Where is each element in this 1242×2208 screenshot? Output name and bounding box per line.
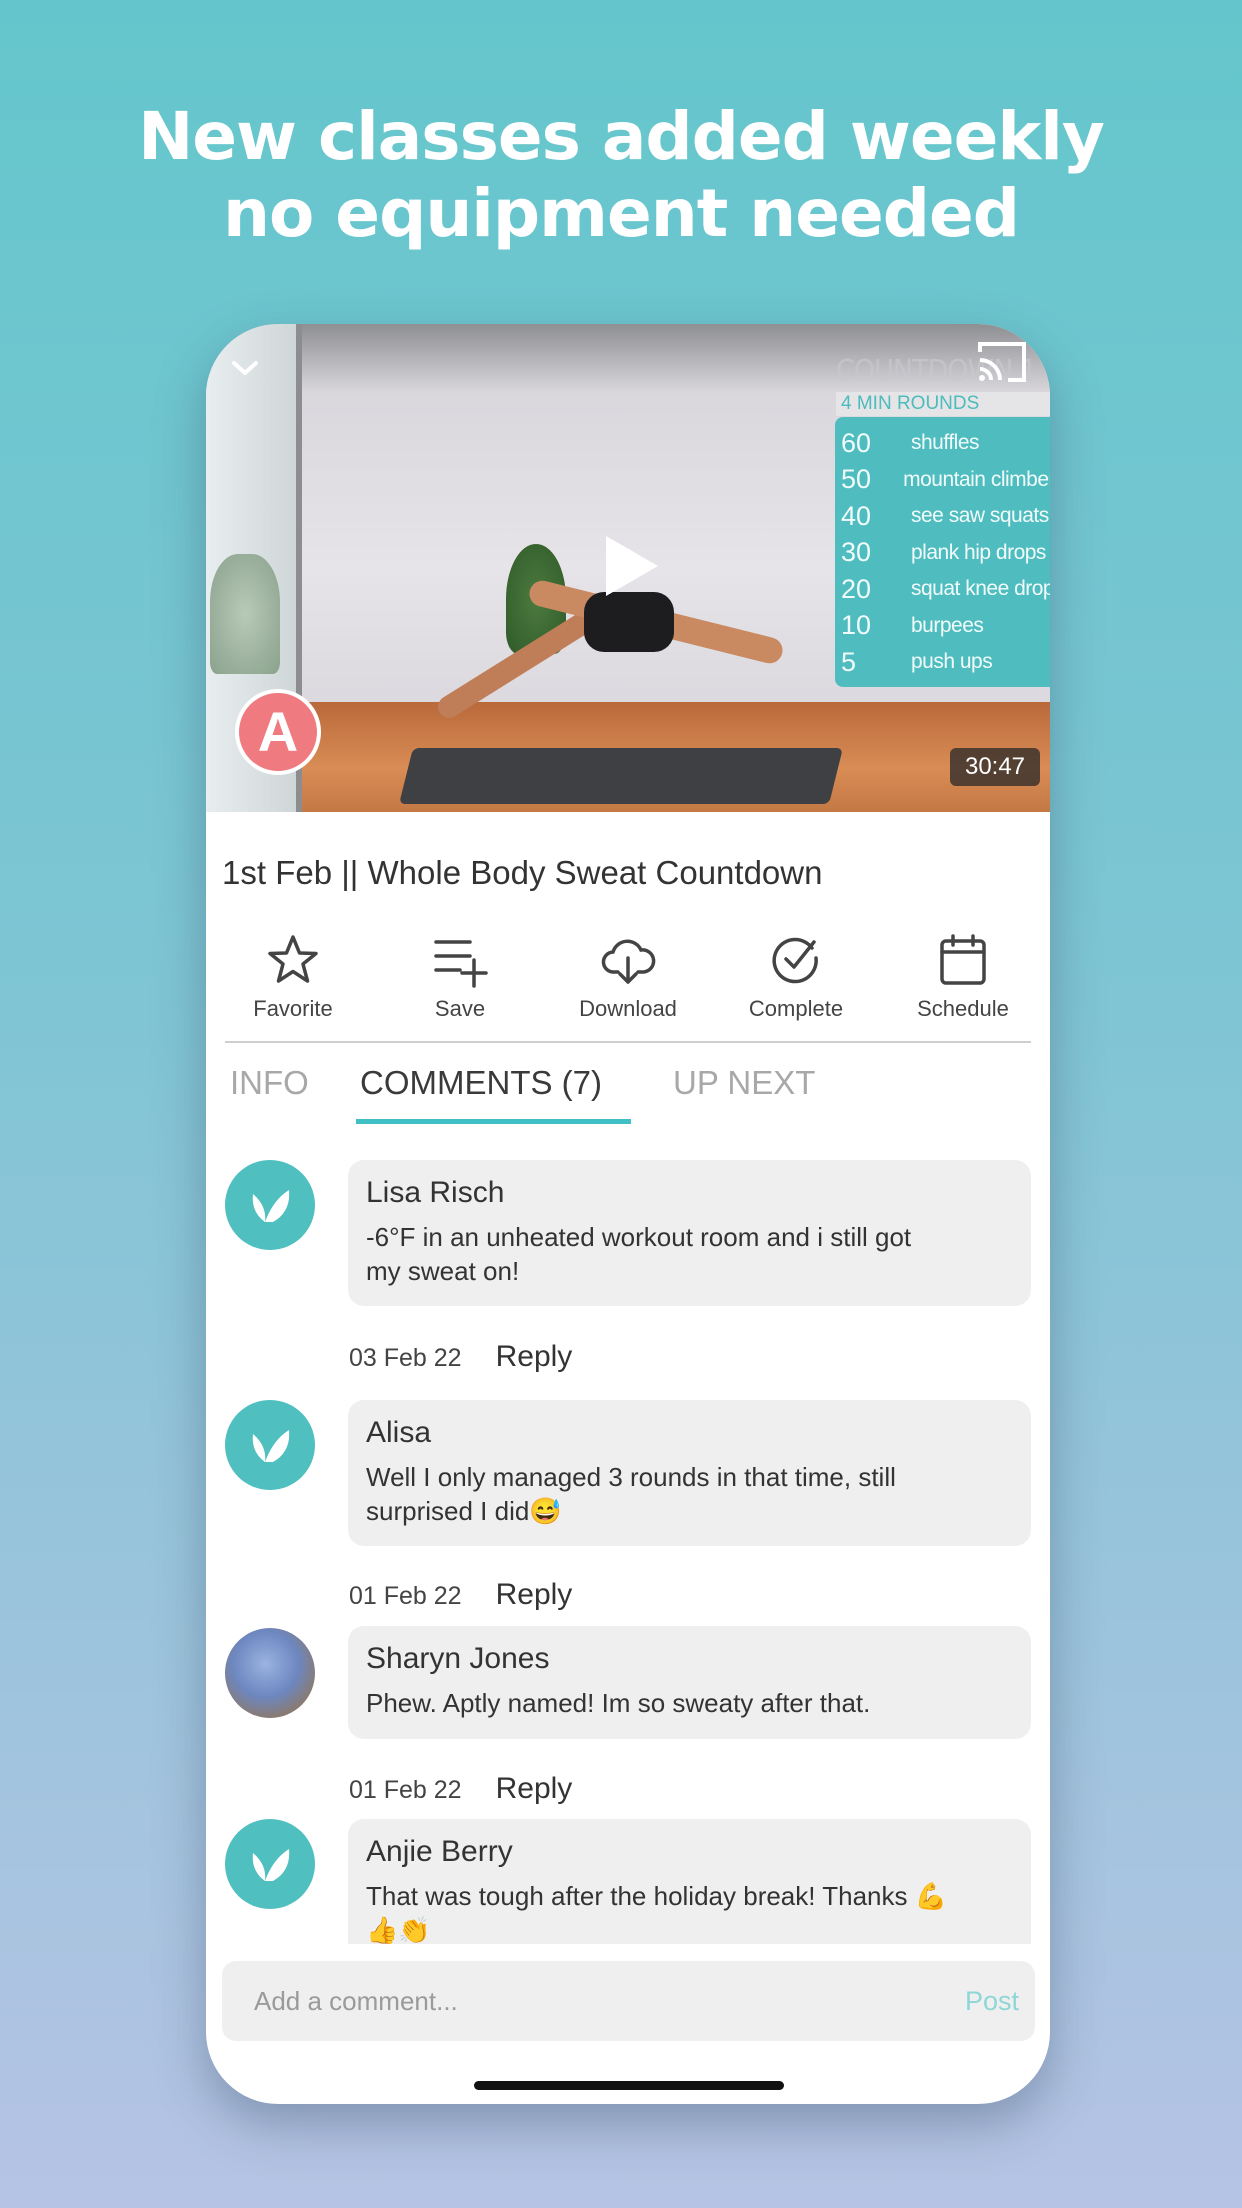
schedule-button[interactable]: Schedule <box>888 932 1038 1022</box>
headline-line-1: New classes added weekly <box>138 98 1105 175</box>
exercise-name: mountain climbers <box>903 467 1050 491</box>
exercise-row: 60 shuffles <box>841 425 1050 462</box>
exercise-name: burpees <box>911 613 984 637</box>
home-indicator[interactable] <box>474 2081 784 2090</box>
comment-author: Alisa <box>366 1416 432 1449</box>
exercise-row: 5 push ups <box>841 644 1050 681</box>
avatar[interactable] <box>225 1160 315 1250</box>
cast-icon[interactable] <box>976 338 1030 384</box>
exercise-row: 10 burpees <box>841 608 1050 645</box>
overlay-subheader: 4 MIN ROUNDS <box>836 392 1050 416</box>
favorite-button[interactable]: Favorite <box>218 932 368 1022</box>
chevron-down-icon[interactable] <box>230 356 260 380</box>
exercise-reps: 20 <box>841 573 872 604</box>
video-player[interactable]: COUNTDOWN 1 OF 4 4 MIN ROUNDS 60shuffles… <box>206 324 1050 812</box>
reply-button[interactable]: Reply <box>496 1578 573 1612</box>
avatar[interactable] <box>225 1400 315 1490</box>
comment-input[interactable] <box>254 1985 854 2017</box>
tab-info[interactable]: INFO <box>230 1064 309 1102</box>
avatar[interactable] <box>225 1628 315 1718</box>
download-button[interactable]: Download <box>553 932 703 1022</box>
exercise-name: see saw squats <box>911 504 1049 528</box>
comment-text: Phew. Aptly named! Im so sweaty after th… <box>366 1688 871 1718</box>
comment-author: Anjie Berry <box>366 1835 513 1868</box>
exercise-reps: 40 <box>841 500 872 531</box>
comment-composer: Post <box>222 1961 1035 2041</box>
star-icon <box>268 935 318 983</box>
exercise-reps: 30 <box>841 537 872 568</box>
schedule-label: Schedule <box>917 996 1009 1021</box>
comment-bubble: Sharyn Jones Phew. Aptly named! Im so sw… <box>348 1626 1031 1739</box>
exercise-row: 40 see saw squats <box>841 498 1050 535</box>
cloud-download-icon <box>601 939 656 984</box>
comment-date: 01 Feb 22 <box>349 1776 462 1804</box>
comment-text: That was tough after the holiday break! … <box>366 1881 948 1945</box>
exercise-row: 50 mountain climbers <box>841 462 1050 499</box>
exercise-name: push ups <box>911 650 993 674</box>
comment-bubble: Lisa Risch -6°F in an unheated workout r… <box>348 1160 1031 1306</box>
divider <box>225 1041 1031 1043</box>
phone-frame: COUNTDOWN 1 OF 4 4 MIN ROUNDS 60shuffles… <box>206 324 1050 2104</box>
play-icon[interactable] <box>604 534 660 598</box>
download-label: Download <box>579 996 677 1021</box>
exercise-name: shuffles <box>911 431 980 455</box>
exercise-name: plank hip drops <box>911 540 1046 564</box>
exercise-reps: 60 <box>841 427 872 458</box>
complete-label: Complete <box>748 996 844 1021</box>
comment-bubble: Anjie Berry That was tough after the hol… <box>348 1819 1031 1959</box>
exercise-reps: 50 <box>841 464 872 495</box>
reply-button[interactable]: Reply <box>496 1772 573 1806</box>
video-mat <box>399 748 843 804</box>
save-label: Save <box>434 996 486 1021</box>
leaf-logo-icon <box>252 1430 290 1462</box>
comment-date: 03 Feb 22 <box>349 1344 462 1372</box>
tab-up-next[interactable]: UP NEXT <box>673 1064 815 1102</box>
playlist-add-icon <box>434 940 488 988</box>
calendar-icon <box>940 934 986 985</box>
video-title: 1st Feb || Whole Body Sweat Countdown <box>222 854 823 891</box>
exercise-row: 20 squat knee drop <box>841 571 1050 608</box>
comment-author: Sharyn Jones <box>366 1642 550 1675</box>
comment-date: 01 Feb 22 <box>349 1582 462 1610</box>
post-button[interactable]: Post <box>965 1986 1019 2017</box>
comment-text: Well I only managed 3 rounds in that tim… <box>366 1462 896 1526</box>
avatar[interactable] <box>225 1819 315 1909</box>
headline-line-2: no equipment needed <box>223 175 1020 252</box>
leaf-logo-icon <box>252 1849 290 1881</box>
save-button[interactable]: Save <box>385 932 535 1022</box>
video-duration: 30:47 <box>950 748 1040 786</box>
complete-button[interactable]: Complete <box>721 932 871 1022</box>
exercise-reps: 5 <box>841 646 857 677</box>
comment-bubble: Alisa Well I only managed 3 rounds in th… <box>348 1400 1031 1546</box>
comment-author: Lisa Risch <box>366 1176 505 1209</box>
reply-button[interactable]: Reply <box>496 1340 573 1374</box>
exercise-list-panel: 60 shuffles 50 mountain climbers 40 see saw… <box>835 417 1050 687</box>
comment-text: -6°F in an unheated workout room and i s… <box>366 1222 912 1286</box>
leaf-logo-icon <box>252 1190 290 1222</box>
favorite-label: Favorite <box>253 996 333 1021</box>
video-figure-shorts <box>584 592 674 652</box>
check-circle-icon <box>772 937 818 984</box>
exercise-row: 30 plank hip drops <box>841 535 1050 572</box>
exercise-reps: 10 <box>841 610 872 641</box>
active-tab-indicator <box>356 1119 631 1124</box>
exercise-name: squat knee drop <box>911 577 1050 601</box>
tab-comments[interactable]: COMMENTS (7) <box>360 1064 602 1102</box>
channel-badge: A <box>235 689 321 775</box>
